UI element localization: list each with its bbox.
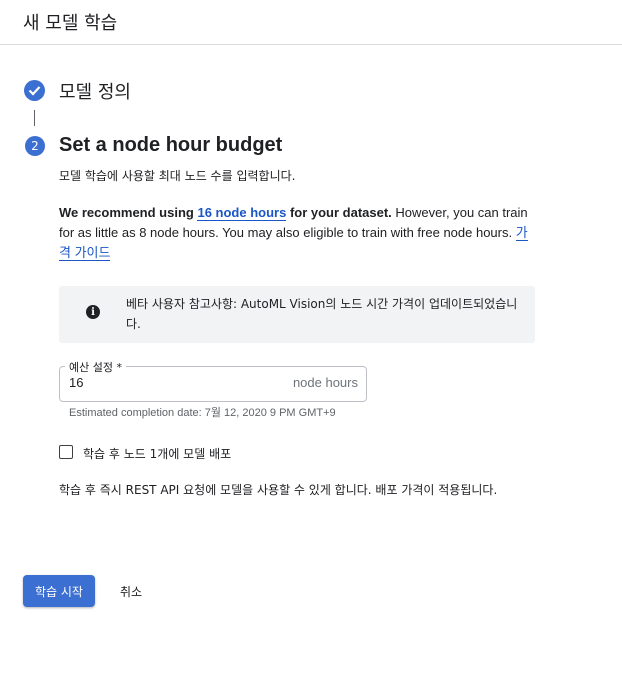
step-number-badge: 2	[25, 136, 45, 156]
notice-text: 베타 사용자 참고사항: AutoML Vision의 노드 시간 가격이 업데…	[126, 297, 518, 331]
budget-value[interactable]: 16	[69, 375, 83, 390]
start-training-button[interactable]: 학습 시작	[23, 575, 95, 607]
deploy-checkbox-label[interactable]: 학습 후 노드 1개에 모델 배포	[83, 445, 231, 462]
step-complete-check-icon	[24, 80, 45, 101]
budget-suffix: node hours	[292, 375, 358, 390]
recommend-prefix: We recommend using	[59, 205, 198, 220]
step2-label: Set a node hour budget	[59, 134, 283, 156]
budget-label: 예산 설정 *	[65, 359, 126, 375]
beta-notice: i 베타 사용자 참고사항: AutoML Vision의 노드 시간 가격이 …	[59, 286, 535, 343]
info-icon: i	[86, 305, 100, 319]
deploy-footnote: 학습 후 즉시 REST API 요청에 모델을 사용할 수 있게 합니다. 배…	[59, 483, 498, 497]
page-title: 새 모델 학습	[23, 13, 118, 34]
completion-date-hint: Estimated completion date: 7월 12, 2020 9…	[69, 407, 336, 419]
step2-description: 모델 학습에 사용할 최대 노드 수를 입력합니다.	[59, 169, 296, 183]
cancel-button[interactable]: 취소	[108, 575, 154, 607]
recommendation-text: We recommend using 16 node hours for you…	[59, 203, 534, 263]
step1-label[interactable]: 모델 정의	[59, 78, 131, 104]
step-connector	[34, 110, 35, 126]
deploy-checkbox[interactable]	[59, 445, 73, 459]
header: 새 모델 학습	[0, 0, 622, 45]
budget-input[interactable]: 예산 설정 * 16 node hours	[59, 359, 367, 402]
recommend-suffix: for your dataset.	[286, 205, 392, 220]
recommended-hours-link[interactable]: 16 node hours	[197, 205, 287, 221]
